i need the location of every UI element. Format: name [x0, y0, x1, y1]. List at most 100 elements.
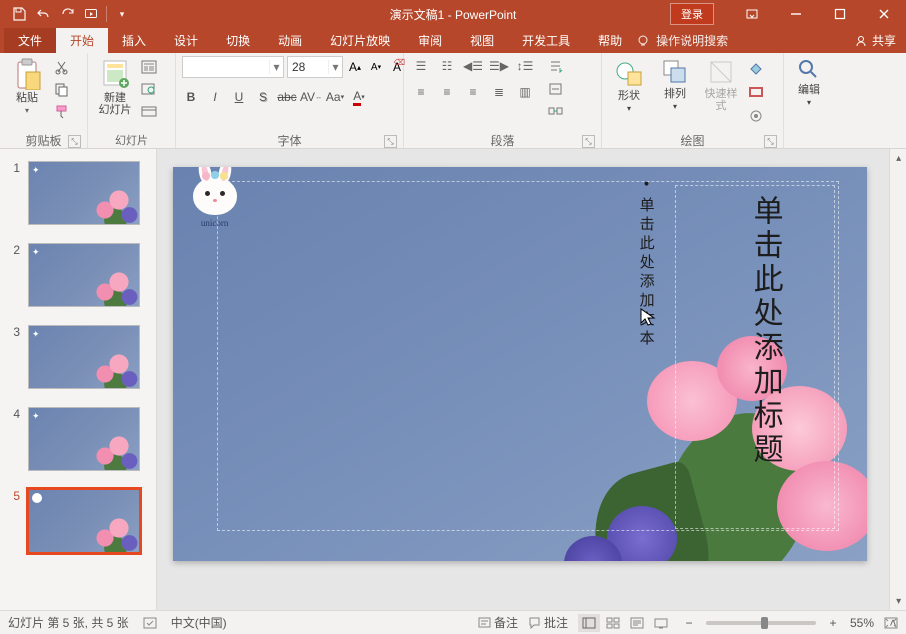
- tab-insert[interactable]: 插入: [108, 28, 160, 53]
- thumbnail-pane[interactable]: 1✦ 2✦ 3✦ 4✦ 5: [0, 149, 157, 610]
- section-icon[interactable]: [140, 102, 158, 120]
- strikethrough-icon[interactable]: abc: [278, 88, 296, 106]
- font-size-combo[interactable]: 28▾: [287, 56, 343, 78]
- smartart-icon[interactable]: [546, 102, 564, 120]
- align-right-icon[interactable]: ≡: [462, 82, 484, 102]
- language-indicator[interactable]: 中文(中国): [171, 614, 227, 631]
- tab-home[interactable]: 开始: [56, 28, 108, 53]
- new-slide-button[interactable]: 新建 幻灯片: [94, 56, 136, 128]
- paragraph-launcher-icon[interactable]: ⤡: [582, 135, 595, 148]
- ribbon-options-icon[interactable]: [730, 0, 774, 28]
- clipboard-launcher-icon[interactable]: ⤡: [68, 135, 81, 148]
- underline-icon[interactable]: U: [230, 88, 248, 106]
- vertical-scrollbar[interactable]: ▴ ▾: [889, 149, 906, 610]
- tab-slideshow[interactable]: 幻灯片放映: [316, 28, 404, 53]
- zoom-out-icon[interactable]: −: [682, 616, 696, 630]
- text-direction-icon[interactable]: [546, 58, 564, 76]
- italic-icon[interactable]: I: [206, 88, 224, 106]
- slide-thumbnail[interactable]: ✦: [28, 325, 140, 389]
- font-launcher-icon[interactable]: ⤡: [384, 135, 397, 148]
- char-spacing-icon[interactable]: AV↔: [302, 88, 320, 106]
- share-button[interactable]: 共享: [854, 32, 896, 49]
- tab-help[interactable]: 帮助: [584, 28, 636, 53]
- collapse-ribbon-icon[interactable]: ˄: [884, 614, 902, 632]
- align-left-icon[interactable]: ≡: [410, 82, 432, 102]
- increase-font-icon[interactable]: A▴: [346, 58, 364, 76]
- ribbon: 粘贴 ▾ 剪贴板⤡ 新建 幻灯片 幻灯片: [0, 53, 906, 149]
- indent-decrease-icon[interactable]: ◀☰: [462, 56, 484, 76]
- font-color-icon[interactable]: A▾: [350, 88, 368, 106]
- shape-outline-icon[interactable]: [746, 82, 766, 102]
- group-label-slides: 幻灯片: [94, 132, 169, 148]
- redo-icon[interactable]: [56, 3, 78, 25]
- tell-me-search[interactable]: 操作说明搜索: [636, 28, 728, 53]
- line-spacing-icon[interactable]: ↕☰: [514, 56, 536, 76]
- undo-icon[interactable]: [32, 3, 54, 25]
- arrange-button[interactable]: 排列▾: [654, 56, 696, 128]
- scroll-down-icon[interactable]: ▾: [890, 592, 906, 610]
- tab-developer[interactable]: 开发工具: [508, 28, 584, 53]
- slideshow-view-icon[interactable]: [650, 614, 672, 632]
- columns-icon[interactable]: ▥: [514, 82, 536, 102]
- cut-icon[interactable]: [52, 58, 70, 76]
- start-from-beginning-icon[interactable]: [80, 3, 102, 25]
- align-center-icon[interactable]: ≡: [436, 82, 458, 102]
- shapes-icon: [614, 58, 644, 88]
- shadow-icon[interactable]: S: [254, 88, 272, 106]
- tab-review[interactable]: 审阅: [404, 28, 456, 53]
- slide-thumbnail[interactable]: ✦: [28, 243, 140, 307]
- justify-icon[interactable]: ≣: [488, 82, 510, 102]
- bullets-icon[interactable]: ☰: [410, 56, 432, 76]
- notes-button[interactable]: 备注: [478, 614, 518, 631]
- sorter-view-icon[interactable]: [602, 614, 624, 632]
- align-text-icon[interactable]: [546, 80, 564, 98]
- change-case-icon[interactable]: Aa▾: [326, 88, 344, 106]
- shapes-button[interactable]: 形状▾: [608, 56, 650, 128]
- quick-styles-button[interactable]: 快速样式: [700, 56, 742, 128]
- zoom-level[interactable]: 55%: [850, 616, 874, 630]
- font-name-combo[interactable]: ▾: [182, 56, 284, 78]
- tab-file[interactable]: 文件: [4, 28, 56, 53]
- bold-icon[interactable]: B: [182, 88, 200, 106]
- shape-fill-icon[interactable]: [746, 58, 766, 78]
- tab-transitions[interactable]: 切换: [212, 28, 264, 53]
- reset-icon[interactable]: [140, 80, 158, 98]
- zoom-slider[interactable]: [706, 621, 816, 625]
- paste-button[interactable]: 粘贴 ▾: [6, 56, 48, 128]
- editing-button[interactable]: 编辑▾: [790, 56, 828, 128]
- tab-design[interactable]: 设计: [160, 28, 212, 53]
- shape-effects-icon[interactable]: [746, 106, 766, 126]
- tab-view[interactable]: 视图: [456, 28, 508, 53]
- zoom-in-icon[interactable]: +: [826, 616, 840, 630]
- decrease-font-icon[interactable]: A▾: [367, 58, 385, 76]
- scroll-up-icon[interactable]: ▴: [890, 149, 906, 167]
- close-button[interactable]: [862, 0, 906, 28]
- drawing-launcher-icon[interactable]: ⤡: [764, 135, 777, 148]
- slide-thumbnail[interactable]: ✦: [28, 161, 140, 225]
- slide-canvas[interactable]: unicorn 单击此处添加标题 单击此处添加文本: [173, 167, 867, 561]
- login-button[interactable]: 登录: [670, 3, 714, 25]
- numbering-icon[interactable]: ☷: [436, 56, 458, 76]
- thumb-number: 2: [10, 243, 20, 257]
- tab-animations[interactable]: 动画: [264, 28, 316, 53]
- layout-icon[interactable]: [140, 58, 158, 76]
- title-text[interactable]: 单击此处添加标题: [743, 195, 787, 467]
- group-label-drawing: 绘图: [680, 134, 704, 148]
- comments-button[interactable]: 批注: [528, 614, 568, 631]
- slide-editor[interactable]: unicorn 单击此处添加标题 单击此处添加文本: [157, 149, 889, 610]
- qat-customize-icon[interactable]: ▾: [111, 3, 133, 25]
- copy-icon[interactable]: [52, 80, 70, 98]
- normal-view-icon[interactable]: [578, 614, 600, 632]
- slide-thumbnail[interactable]: [28, 489, 140, 553]
- reading-view-icon[interactable]: [626, 614, 648, 632]
- indent-increase-icon[interactable]: ☰▶: [488, 56, 510, 76]
- slide-counter[interactable]: 幻灯片 第 5 张, 共 5 张: [8, 614, 129, 631]
- minimize-button[interactable]: [774, 0, 818, 28]
- maximize-button[interactable]: [818, 0, 862, 28]
- format-painter-icon[interactable]: [52, 102, 70, 120]
- save-icon[interactable]: [8, 3, 30, 25]
- spellcheck-icon[interactable]: [143, 616, 157, 630]
- slide-thumbnail[interactable]: ✦: [28, 407, 140, 471]
- subtitle-text[interactable]: 单击此处添加文本: [636, 197, 657, 349]
- quick-access-toolbar: ▾: [0, 3, 133, 25]
